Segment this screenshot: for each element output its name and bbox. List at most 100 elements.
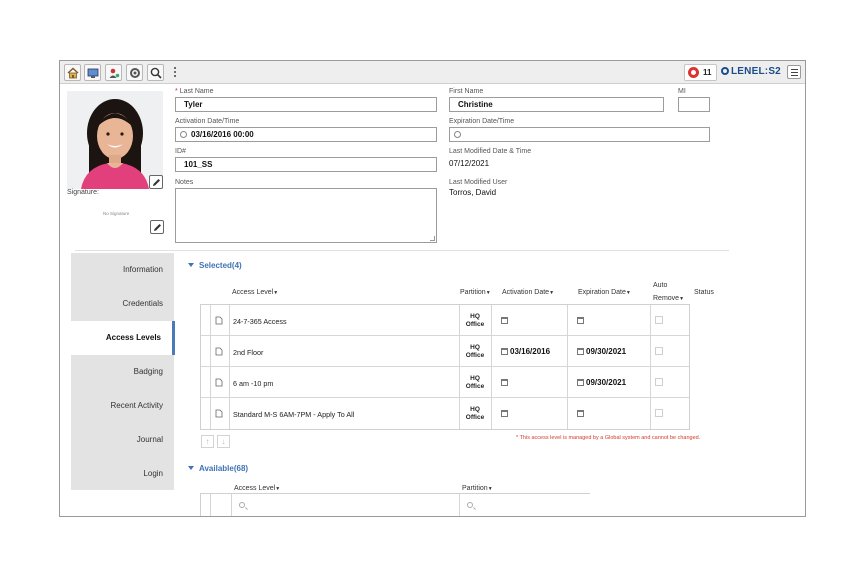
col-auto-remove[interactable]: Remove▼ [653,295,684,302]
resize-grip-icon[interactable] [430,236,435,241]
avail-col-partition[interactable]: Partition▼ [462,485,493,492]
notes-label: Notes [175,179,194,186]
expiration-date-cell[interactable]: 09/30/2021 [577,378,626,387]
last-modified-value: 07/12/2021 [449,159,490,168]
id-input[interactable]: 101_SS [175,157,437,172]
document-icon [215,316,223,325]
activation-date-cell[interactable]: 03/16/2016 [501,347,550,356]
triangle-down-icon [188,466,194,470]
gear-icon [130,68,140,78]
alarm-icon [688,67,699,78]
expiration-date-cell[interactable] [577,316,584,325]
available-title: Available(68) [199,464,249,473]
caret-down-icon: ▼ [679,296,685,302]
arrow-up-icon: ↑ [205,437,210,446]
tab-journal[interactable]: Journal [71,423,174,457]
partition-cell: HQ Office [465,313,485,328]
tab-information[interactable]: Information [71,253,174,287]
activation-value: 03/16/2016 00:00 [191,130,254,139]
activation-date-cell[interactable] [501,316,508,325]
table-row[interactable]: 2nd Floor HQ Office 03/16/2016 09/30/2021 [201,336,689,367]
required-mark: * [175,88,178,95]
selected-grid: 24-7-365 Access HQ Office 2nd Floor HQ Off… [200,304,690,430]
more-vert-icon[interactable] [172,65,178,80]
access-level-name: 2nd Floor [233,348,264,357]
edit-photo-button[interactable] [149,175,163,189]
arrow-down-icon: ↓ [221,437,226,446]
col-auto-remove-text: Remove [653,295,680,302]
col-expiration-date[interactable]: Expiration Date▼ [578,289,631,296]
col-auto-remove-line1: Auto [653,282,668,289]
edit-signature-button[interactable] [150,220,164,234]
pencil-icon [153,179,160,186]
logo-text-prefix: LENEL [731,66,765,77]
logo-mark-icon [721,67,729,75]
mi-input[interactable] [678,97,710,112]
filter-access-level-search-icon[interactable] [239,502,245,508]
auto-remove-checkbox[interactable] [655,409,663,417]
auto-remove-checkbox[interactable] [655,378,663,386]
expiration-input[interactable] [449,127,710,142]
col-access-level[interactable]: Access Level▼ [232,289,278,296]
caret-down-icon: ▼ [275,486,281,492]
tab-login[interactable]: Login [71,457,174,491]
access-level-name: Standard M-S 6AM-7PM - Apply To All [233,410,355,419]
expiration-date-cell[interactable] [577,409,584,418]
available-grid [200,493,590,516]
tab-credentials[interactable]: Credentials [71,287,174,321]
pencil-icon [154,224,161,231]
activation-date-cell[interactable] [501,378,508,387]
expiration-date-cell[interactable]: 09/30/2021 [577,347,626,356]
document-icon [215,409,223,418]
first-name-input[interactable]: Christine [449,97,664,112]
alarm-badge[interactable]: 11 [684,64,717,81]
cardholder-button[interactable] [105,64,122,81]
avail-col-access-level[interactable]: Access Level▼ [234,485,280,492]
search-button[interactable] [147,64,164,81]
calendar-icon [577,410,584,417]
selected-section-toggle[interactable]: Selected(4) [188,261,242,270]
calendar-icon [501,317,508,324]
tab-badging[interactable]: Badging [71,355,174,389]
calendar-icon [577,317,584,324]
home-button[interactable] [64,64,81,81]
calendar-icon [501,410,508,417]
last-modified-label: Last Modified Date & Time [449,148,532,155]
auto-remove-checkbox[interactable] [655,316,663,324]
person-pin-icon [109,68,120,78]
col-activation-text: Activation Date [502,289,550,296]
col-partition[interactable]: Partition▼ [460,289,491,296]
table-row[interactable]: Standard M-S 6AM-7PM - Apply To All HQ Of… [201,398,689,429]
activation-input[interactable]: 03/16/2016 00:00 [175,127,437,142]
cardholder-photo [67,91,163,189]
partition-cell: HQ Office [465,406,485,421]
access-level-name: 24-7-365 Access [233,317,287,326]
table-row[interactable]: 6 am -10 pm HQ Office 09/30/2021 [201,367,689,398]
available-section-toggle[interactable]: Available(68) [188,464,248,473]
activation-date-cell[interactable] [501,409,508,418]
cardholder-window: 11 LENEL:S2 Signature: No Signature * La… [59,60,806,517]
calendar-icon [577,379,584,386]
auto-remove-checkbox[interactable] [655,347,663,355]
document-icon [215,347,223,356]
list-menu-button[interactable] [787,65,801,79]
settings-button[interactable] [126,64,143,81]
filter-partition-search-icon[interactable] [467,502,473,508]
first-name-label: First Name [449,88,484,95]
last-name-input[interactable]: Tyler [175,97,437,112]
notes-textarea[interactable] [175,188,437,243]
tab-access-levels[interactable]: Access Levels [71,321,175,355]
table-row[interactable]: 24-7-365 Access HQ Office [201,305,689,336]
monitor-button[interactable] [84,64,101,81]
document-icon [215,378,223,387]
signature-label: Signature: [67,189,99,196]
activation-label: Activation Date/Time [175,118,240,125]
move-up-button[interactable]: ↑ [201,435,214,448]
monitor-icon [87,68,99,78]
move-down-button[interactable]: ↓ [217,435,230,448]
tab-recent-activity[interactable]: Recent Activity [71,389,174,423]
lenel-s2-logo: LENEL:S2 [721,66,781,77]
col-activation-date[interactable]: Activation Date▼ [502,289,554,296]
logo-text-suffix: S2 [768,66,781,77]
triangle-down-icon [188,263,194,267]
